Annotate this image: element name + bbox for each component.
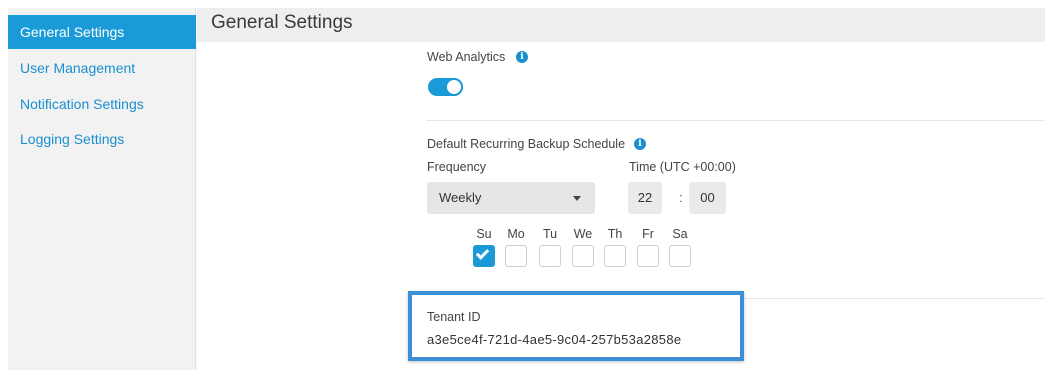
frequency-select[interactable]: Weekly [427, 182, 595, 214]
frequency-value: Weekly [439, 190, 482, 205]
day-checkbox-mo[interactable] [505, 245, 527, 267]
time-label: Time (UTC +00:00) [629, 160, 736, 174]
day-checkbox-tu[interactable] [539, 245, 561, 267]
web-analytics-toggle[interactable] [428, 78, 463, 96]
tenant-id-card: Tenant ID a3e5ce4f-721d-4ae5-9c04-257b53… [408, 291, 744, 361]
page-title: General Settings [211, 12, 353, 33]
info-icon[interactable]: i [516, 51, 528, 63]
day-label-mo: Mo [507, 227, 525, 241]
tenant-id-label: Tenant ID [427, 310, 481, 324]
frequency-label: Frequency [427, 160, 487, 174]
day-label-fr: Fr [642, 227, 654, 241]
checkmark-icon [475, 246, 490, 260]
hour-input[interactable]: 22 [628, 182, 662, 214]
day-checkbox-th[interactable] [604, 245, 626, 267]
day-label-su: Su [476, 227, 492, 241]
sidebar-item-notification-settings[interactable]: Notification Settings [8, 87, 196, 121]
day-checkbox-fr[interactable] [637, 245, 659, 267]
day-label-sa: Sa [672, 227, 688, 241]
chevron-down-icon [573, 196, 581, 201]
sidebar-item-general-settings[interactable]: General Settings [8, 15, 196, 49]
page-header: General Settings [197, 8, 1045, 42]
day-label-tu: Tu [542, 227, 558, 241]
sidebar-item-logging-settings[interactable]: Logging Settings [8, 122, 196, 156]
info-icon[interactable]: i [634, 138, 646, 150]
tenant-id-value: a3e5ce4f-721d-4ae5-9c04-257b53a2858e [427, 332, 682, 347]
sidebar: General Settings User Management Notific… [8, 8, 196, 370]
day-checkbox-we[interactable] [572, 245, 594, 267]
minute-input[interactable]: 00 [689, 182, 726, 214]
settings-panel: Web Analytics i Default Recurring Backup… [197, 42, 1045, 370]
app-window: General Settings User Management Notific… [8, 8, 1045, 370]
day-checkbox-sa[interactable] [669, 245, 691, 267]
backup-schedule-label: Default Recurring Backup Schedule [427, 137, 626, 151]
day-checkbox-su[interactable] [473, 245, 495, 267]
toggle-knob [445, 78, 463, 96]
sidebar-item-user-management[interactable]: User Management [8, 51, 196, 85]
day-label-th: Th [607, 227, 623, 241]
time-separator: : [679, 190, 683, 205]
web-analytics-label: Web Analytics [427, 50, 506, 64]
divider [426, 120, 1045, 121]
day-label-we: We [573, 227, 593, 241]
